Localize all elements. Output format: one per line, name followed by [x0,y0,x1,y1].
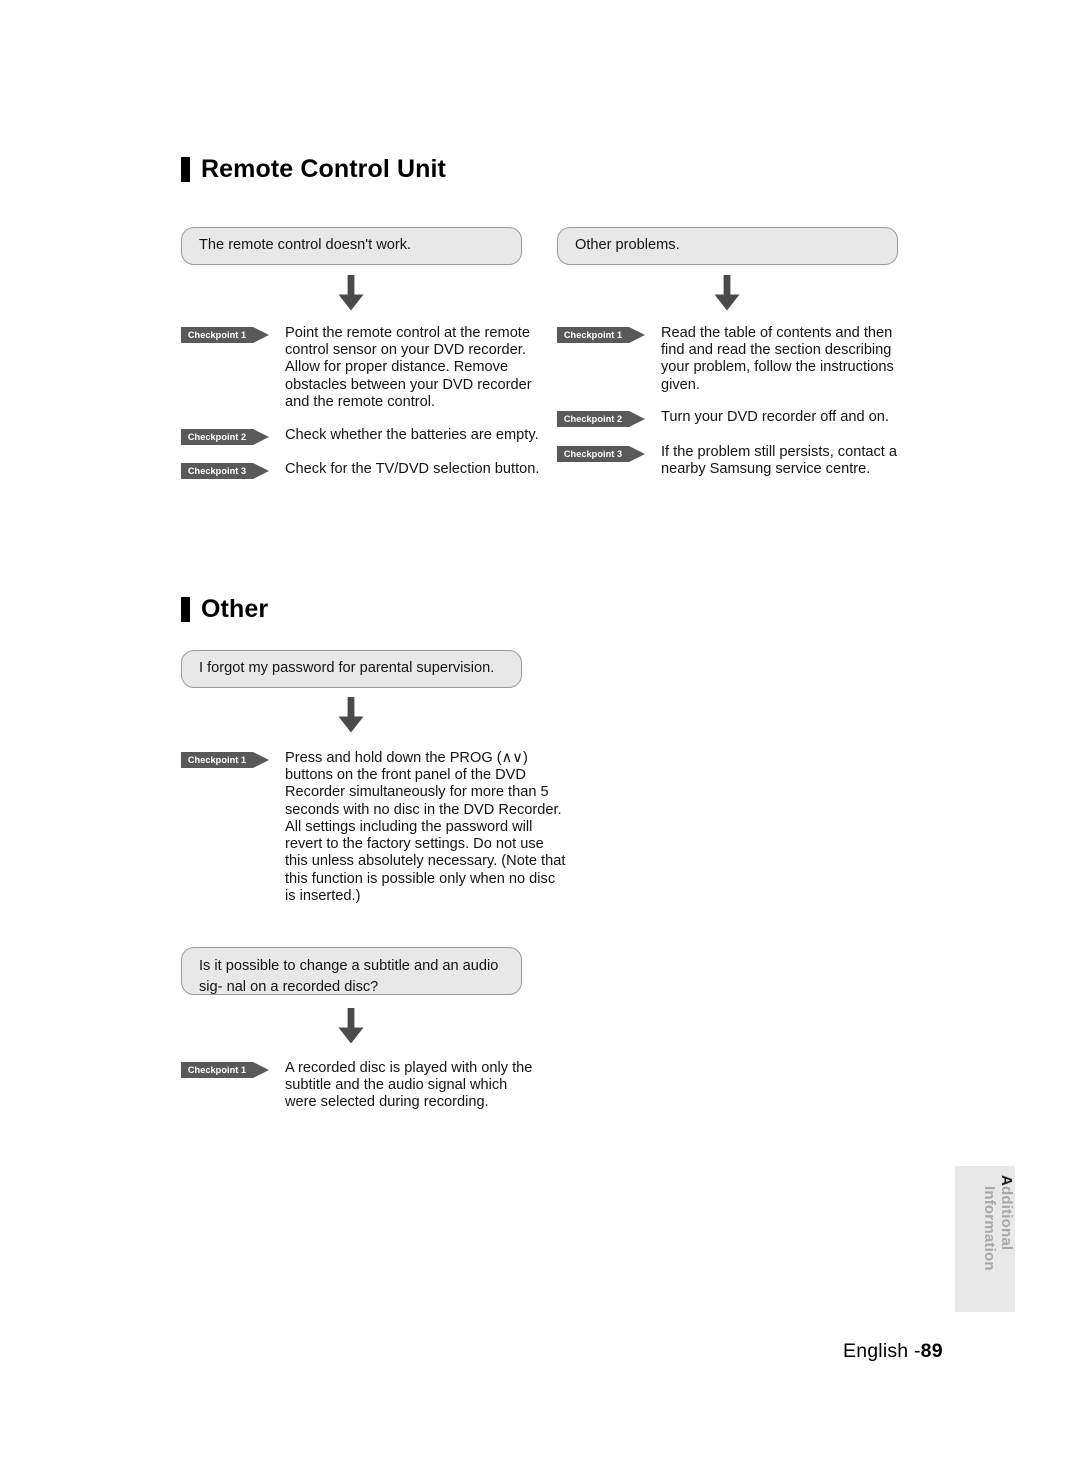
question-box-other-problems: Other problems. [557,227,898,265]
section-heading-other: Other [181,597,268,622]
manual-page: Remote Control Unit The remote control d… [0,0,1080,1470]
checkpoint-text: Check for the TV/DVD selection button. [285,461,540,477]
checkpoint-text: If the problem still persists, contact a… [661,444,898,478]
checkpoint-badge: Checkpoint 1 [557,327,647,343]
checkpoint-badge-label: Checkpoint 2 [187,432,247,442]
footer: English - 89 [843,1340,943,1363]
checkpoint-text: Read the table of contents and then find… [661,325,894,393]
checkpoint-text: Turn your DVD recorder off and on. [661,409,889,425]
checkpoint-badge-label: Checkpoint 1 [187,330,247,340]
arrow-down-icon [330,694,372,736]
checkpoint-badge-label: Checkpoint 2 [563,414,623,424]
question-box-forgot-password: I forgot my password for parental superv… [181,650,522,688]
side-tab-additional-information: Additional Information [955,1166,1015,1312]
side-tab-label-initial: A [998,1175,1015,1187]
section-title: Other [201,595,269,623]
section-title: Remote Control Unit [201,155,446,183]
question-text: Other problems. [575,237,680,254]
checkpoint-badge-label: Checkpoint 1 [187,1065,247,1075]
heading-bar-icon [181,157,190,182]
page-number: 89 [920,1340,943,1362]
question-box-change-subtitle-audio: Is it possible to change a subtitle and … [181,947,522,995]
side-tab-label: Additional Information [955,1166,1015,1312]
arrow-down-icon [330,272,372,314]
arrow-down-icon [330,1005,372,1047]
side-tab-label-rest: dditional Information [981,1186,1015,1271]
checkpoint-badge-label: Checkpoint 3 [563,449,623,459]
checkpoint-badge: Checkpoint 3 [181,463,271,479]
checkpoint-badge-label: Checkpoint 3 [187,466,247,476]
checkpoint-badge-label: Checkpoint 1 [563,330,623,340]
question-box-remote-doesnt-work: The remote control doesn't work. [181,227,522,265]
heading-bar-icon [181,597,190,622]
checkpoint-badge: Checkpoint 1 [181,1062,271,1078]
arrow-down-icon [706,272,748,314]
question-text: The remote control doesn't work. [199,237,412,254]
section-heading-remote-control-unit: Remote Control Unit [181,157,446,182]
checkpoint-badge: Checkpoint 1 [181,327,271,343]
question-text: I forgot my password for parental superv… [199,660,495,677]
checkpoint-badge: Checkpoint 1 [181,752,271,768]
checkpoint-badge: Checkpoint 2 [181,429,271,445]
checkpoint-badge: Checkpoint 3 [557,446,647,462]
checkpoint-badge-label: Checkpoint 1 [187,755,247,765]
footer-language-label: English - [843,1340,921,1362]
checkpoint-badge: Checkpoint 2 [557,411,647,427]
checkpoint-text: Check whether the batteries are empty. [285,427,539,443]
checkpoint-text: A recorded disc is played with only the … [285,1060,533,1111]
checkpoint-text: Press and hold down the PROG (∧∨) button… [285,750,566,904]
question-text: Is it possible to change a subtitle and … [199,958,499,996]
checkpoint-text: Point the remote control at the remote c… [285,325,532,410]
